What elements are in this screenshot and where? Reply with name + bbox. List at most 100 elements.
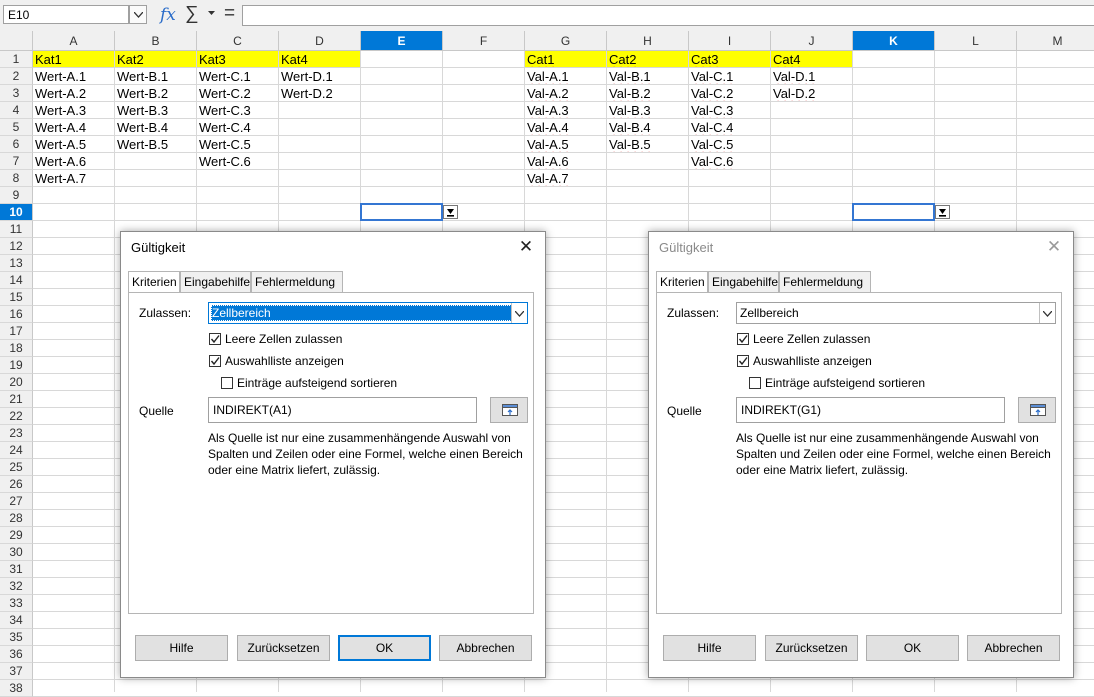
row-header-14[interactable]: 14 bbox=[0, 272, 33, 289]
formula-input[interactable] bbox=[242, 5, 1094, 26]
cell-g4[interactable]: Val-A.3 bbox=[525, 102, 606, 118]
row-header-20[interactable]: 20 bbox=[0, 374, 33, 391]
row-header-17[interactable]: 17 bbox=[0, 323, 33, 340]
cell-b6[interactable]: Wert-B.5 bbox=[115, 136, 196, 152]
column-header-a[interactable]: A bbox=[33, 31, 115, 51]
row-header-30[interactable]: 30 bbox=[0, 544, 33, 561]
row-header-10[interactable]: 10 bbox=[0, 204, 33, 221]
cell-a5[interactable]: Wert-A.4 bbox=[33, 119, 114, 135]
sum-dropdown-icon[interactable] bbox=[208, 11, 215, 16]
tab-input-help[interactable]: Eingabehilfe bbox=[708, 271, 779, 293]
cell-a4[interactable]: Wert-A.3 bbox=[33, 102, 114, 118]
name-box[interactable]: E10 bbox=[3, 5, 129, 24]
row-header-7[interactable]: 7 bbox=[0, 153, 33, 170]
cell-b4[interactable]: Wert-B.3 bbox=[115, 102, 196, 118]
row-header-19[interactable]: 19 bbox=[0, 357, 33, 374]
row-header-22[interactable]: 22 bbox=[0, 408, 33, 425]
column-header-i[interactable]: I bbox=[689, 31, 771, 51]
cell-a3[interactable]: Wert-A.2 bbox=[33, 85, 114, 101]
row-header-31[interactable]: 31 bbox=[0, 561, 33, 578]
row-header-35[interactable]: 35 bbox=[0, 629, 33, 646]
cell-c2[interactable]: Wert-C.1 bbox=[197, 68, 278, 84]
show-list-checkbox[interactable] bbox=[737, 355, 749, 367]
allow-select-dropdown[interactable] bbox=[1039, 303, 1055, 323]
row-header-9[interactable]: 9 bbox=[0, 187, 33, 204]
cell-j2[interactable]: Val-D.1 bbox=[771, 68, 852, 84]
row-header-38[interactable]: 38 bbox=[0, 680, 33, 697]
column-header-m[interactable]: M bbox=[1017, 31, 1094, 51]
row-header-16[interactable]: 16 bbox=[0, 306, 33, 323]
cell-i4[interactable]: Val-C.3 bbox=[689, 102, 770, 118]
row-header-33[interactable]: 33 bbox=[0, 595, 33, 612]
cell-i5[interactable]: Val-C.4 bbox=[689, 119, 770, 135]
cell-j3[interactable]: Val-D.2 bbox=[771, 85, 852, 101]
tab-criteria[interactable]: Kriterien bbox=[656, 271, 708, 294]
cell-c5[interactable]: Wert-C.4 bbox=[197, 119, 278, 135]
row-header-37[interactable]: 37 bbox=[0, 663, 33, 680]
allow-empty-checkbox[interactable] bbox=[737, 333, 749, 345]
row-header-24[interactable]: 24 bbox=[0, 442, 33, 459]
cell-a2[interactable]: Wert-A.1 bbox=[33, 68, 114, 84]
cell-g5[interactable]: Val-A.4 bbox=[525, 119, 606, 135]
shrink-button[interactable] bbox=[1018, 397, 1056, 423]
cell-h2[interactable]: Val-B.1 bbox=[607, 68, 688, 84]
cell-g1[interactable]: Cat1 bbox=[525, 51, 606, 67]
cell-i2[interactable]: Val-C.1 bbox=[689, 68, 770, 84]
row-header-8[interactable]: 8 bbox=[0, 170, 33, 187]
shrink-button[interactable] bbox=[490, 397, 528, 423]
cell-i1[interactable]: Cat3 bbox=[689, 51, 770, 67]
column-header-h[interactable]: H bbox=[607, 31, 689, 51]
cell-g2[interactable]: Val-A.1 bbox=[525, 68, 606, 84]
cell-b3[interactable]: Wert-B.2 bbox=[115, 85, 196, 101]
cell-a7[interactable]: Wert-A.6 bbox=[33, 153, 114, 169]
cell-g3[interactable]: Val-A.2 bbox=[525, 85, 606, 101]
row-header-5[interactable]: 5 bbox=[0, 119, 33, 136]
help-button[interactable]: Hilfe bbox=[663, 635, 756, 661]
column-header-g[interactable]: G bbox=[525, 31, 607, 51]
cell-c6[interactable]: Wert-C.5 bbox=[197, 136, 278, 152]
sort-ascending-checkbox[interactable] bbox=[749, 377, 761, 389]
cell-i6[interactable]: Val-C.5 bbox=[689, 136, 770, 152]
row-header-23[interactable]: 23 bbox=[0, 425, 33, 442]
validation-dropdown-button[interactable] bbox=[935, 205, 950, 219]
row-header-36[interactable]: 36 bbox=[0, 646, 33, 663]
row-header-28[interactable]: 28 bbox=[0, 510, 33, 527]
cell-h3[interactable]: Val-B.2 bbox=[607, 85, 688, 101]
row-header-34[interactable]: 34 bbox=[0, 612, 33, 629]
column-header-d[interactable]: D bbox=[279, 31, 361, 51]
row-header-6[interactable]: 6 bbox=[0, 136, 33, 153]
cell-g6[interactable]: Val-A.5 bbox=[525, 136, 606, 152]
sum-icon[interactable]: ∑ bbox=[185, 3, 199, 25]
name-box-dropdown-button[interactable] bbox=[129, 5, 147, 24]
row-header-1[interactable]: 1 bbox=[0, 51, 33, 68]
cell-c3[interactable]: Wert-C.2 bbox=[197, 85, 278, 101]
row-header-18[interactable]: 18 bbox=[0, 340, 33, 357]
column-header-f[interactable]: F bbox=[443, 31, 525, 51]
row-header-27[interactable]: 27 bbox=[0, 493, 33, 510]
cell-h6[interactable]: Val-B.5 bbox=[607, 136, 688, 152]
cell-j1[interactable]: Cat4 bbox=[771, 51, 852, 67]
row-header-12[interactable]: 12 bbox=[0, 238, 33, 255]
source-input[interactable]: INDIREKT(A1) bbox=[208, 397, 477, 423]
sort-ascending-checkbox[interactable] bbox=[221, 377, 233, 389]
cell-g8[interactable]: Val-A.7 bbox=[525, 170, 606, 186]
allow-select[interactable]: Zellbereich bbox=[736, 302, 1056, 324]
cell-d3[interactable]: Wert-D.2 bbox=[279, 85, 360, 101]
column-header-k[interactable]: K bbox=[853, 31, 935, 51]
show-list-checkbox[interactable] bbox=[209, 355, 221, 367]
formula-icon[interactable]: = bbox=[224, 3, 235, 25]
function-wizard-icon[interactable]: 𝑓x bbox=[160, 5, 176, 25]
reset-button[interactable]: Zurücksetzen bbox=[765, 635, 858, 661]
cell-d1[interactable]: Kat4 bbox=[279, 51, 360, 67]
cell-cursor-k10[interactable] bbox=[852, 203, 935, 221]
column-header-j[interactable]: J bbox=[771, 31, 853, 51]
row-header-29[interactable]: 29 bbox=[0, 527, 33, 544]
row-header-25[interactable]: 25 bbox=[0, 459, 33, 476]
ok-button[interactable]: OK bbox=[866, 635, 959, 661]
row-header-13[interactable]: 13 bbox=[0, 255, 33, 272]
select-all-corner[interactable] bbox=[0, 31, 33, 51]
allow-select-dropdown[interactable] bbox=[511, 303, 527, 323]
row-header-11[interactable]: 11 bbox=[0, 221, 33, 238]
validation-dropdown-button[interactable] bbox=[443, 205, 458, 219]
cell-b5[interactable]: Wert-B.4 bbox=[115, 119, 196, 135]
